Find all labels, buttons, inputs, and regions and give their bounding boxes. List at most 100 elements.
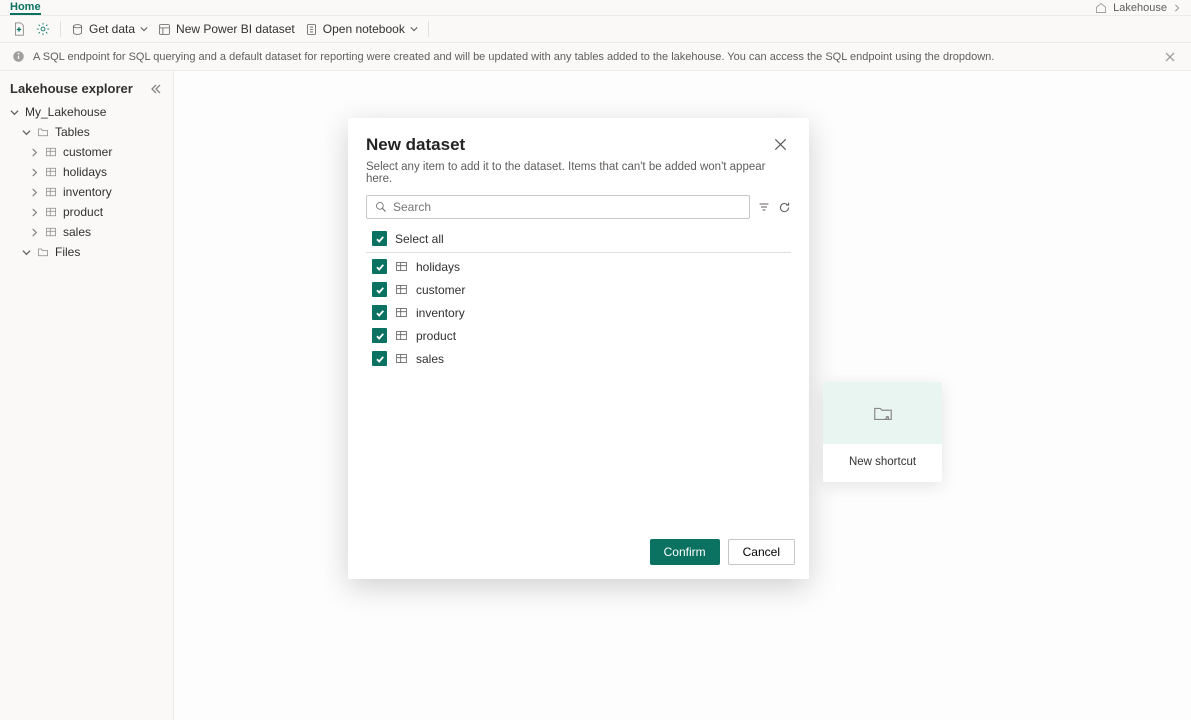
table-icon — [45, 166, 57, 178]
close-icon — [1165, 52, 1175, 62]
list-item[interactable]: inventory — [366, 301, 791, 324]
open-notebook-button[interactable]: Open notebook — [305, 22, 418, 36]
table-icon — [45, 206, 57, 218]
document-plus-icon — [12, 22, 26, 36]
breadcrumb-home[interactable]: Home — [10, 1, 41, 15]
search-icon — [375, 201, 387, 213]
tree-tables-node[interactable]: Tables — [0, 122, 173, 142]
chevron-right-icon — [30, 188, 39, 197]
lakehouse-icon — [1095, 2, 1107, 14]
list-item[interactable]: sales — [366, 347, 791, 370]
select-all-row[interactable]: Select all — [366, 227, 791, 253]
item-label: product — [416, 329, 456, 343]
new-shortcut-card[interactable]: New shortcut — [823, 382, 942, 482]
chevron-down-icon — [22, 128, 31, 137]
toolbar-separator — [60, 21, 61, 37]
tree-table-node[interactable]: customer — [0, 142, 173, 162]
check-icon — [375, 262, 385, 272]
notebook-icon — [305, 23, 318, 36]
list-item[interactable]: product — [366, 324, 791, 347]
context-switcher[interactable]: Lakehouse — [1095, 2, 1181, 14]
toolbar-separator — [428, 21, 429, 37]
table-icon — [395, 260, 408, 273]
table-icon — [395, 329, 408, 342]
new-dataset-dialog: New dataset Select any item to add it to… — [348, 118, 809, 579]
item-label: customer — [416, 283, 465, 297]
open-notebook-label: Open notebook — [323, 22, 405, 36]
info-text: A SQL endpoint for SQL querying and a de… — [33, 51, 994, 63]
chevron-down-icon — [22, 248, 31, 257]
table-icon — [395, 306, 408, 319]
item-label: inventory — [416, 306, 465, 320]
get-data-button[interactable]: Get data — [71, 22, 148, 36]
dataset-icon — [158, 23, 171, 36]
dialog-close-button[interactable] — [770, 134, 791, 155]
search-input[interactable] — [393, 200, 741, 214]
info-icon — [12, 50, 25, 63]
tree-lakehouse-node[interactable]: My_Lakehouse — [0, 102, 173, 122]
database-icon — [71, 23, 84, 36]
new-item-button[interactable] — [12, 22, 26, 36]
tree-table-label: sales — [63, 225, 91, 239]
double-chevron-left-icon — [151, 84, 161, 94]
item-checkbox[interactable] — [372, 305, 387, 320]
new-pbi-dataset-button[interactable]: New Power BI dataset — [158, 22, 295, 36]
check-icon — [375, 308, 385, 318]
dialog-subtitle: Select any item to add it to the dataset… — [348, 161, 809, 195]
dialog-title: New dataset — [366, 135, 465, 155]
select-all-label: Select all — [395, 232, 444, 246]
cancel-button[interactable]: Cancel — [728, 539, 795, 565]
item-label: holidays — [416, 260, 460, 274]
tree-table-label: product — [63, 205, 103, 219]
select-all-checkbox[interactable] — [372, 231, 387, 246]
table-icon — [395, 352, 408, 365]
tree-table-label: inventory — [63, 185, 112, 199]
chevron-down-icon — [410, 25, 418, 33]
table-icon — [45, 186, 57, 198]
check-icon — [375, 354, 385, 364]
item-checkbox[interactable] — [372, 259, 387, 274]
tree-table-node[interactable]: sales — [0, 222, 173, 242]
check-icon — [375, 234, 385, 244]
breadcrumb-bar: Home Lakehouse — [0, 0, 1191, 16]
list-item[interactable]: customer — [366, 278, 791, 301]
tree-table-node[interactable]: holidays — [0, 162, 173, 182]
chevron-right-icon — [30, 148, 39, 157]
chevron-right-icon — [30, 168, 39, 177]
chevron-down-icon — [140, 25, 148, 33]
item-label: sales — [416, 352, 444, 366]
tree: My_Lakehouse Tables customer holidays inve… — [0, 102, 173, 262]
item-checkbox[interactable] — [372, 328, 387, 343]
tree-files-label: Files — [55, 245, 80, 259]
tree-table-node[interactable]: inventory — [0, 182, 173, 202]
sidebar: Lakehouse explorer My_Lakehouse Tables c… — [0, 71, 174, 720]
table-icon — [45, 146, 57, 158]
sidebar-title: Lakehouse explorer — [10, 81, 133, 96]
tree-files-node[interactable]: Files — [0, 242, 173, 262]
list-item[interactable]: holidays — [366, 255, 791, 278]
infobar-close-button[interactable] — [1161, 48, 1179, 66]
confirm-button[interactable]: Confirm — [650, 539, 720, 565]
new-pbi-label: New Power BI dataset — [176, 22, 295, 36]
item-checkbox[interactable] — [372, 351, 387, 366]
refresh-button[interactable] — [778, 201, 791, 214]
refresh-icon — [778, 201, 791, 214]
item-checkbox[interactable] — [372, 282, 387, 297]
sidebar-collapse-button[interactable] — [151, 84, 161, 94]
check-icon — [375, 285, 385, 295]
tree-table-label: customer — [63, 145, 112, 159]
close-icon — [774, 138, 787, 151]
check-icon — [375, 331, 385, 341]
tree-tables-label: Tables — [55, 125, 90, 139]
search-input-wrapper[interactable] — [366, 195, 750, 219]
filter-button[interactable] — [758, 201, 770, 213]
table-icon — [45, 226, 57, 238]
settings-button[interactable] — [36, 22, 50, 36]
folder-icon — [37, 126, 49, 138]
context-label: Lakehouse — [1113, 2, 1167, 14]
chevron-down-icon — [10, 108, 19, 117]
tree-lakehouse-label: My_Lakehouse — [25, 105, 106, 119]
tree-table-node[interactable]: product — [0, 202, 173, 222]
dialog-item-list: Select all holidays customer inventory prod… — [348, 227, 809, 370]
toolbar: Get data New Power BI dataset Open noteb… — [0, 16, 1191, 43]
